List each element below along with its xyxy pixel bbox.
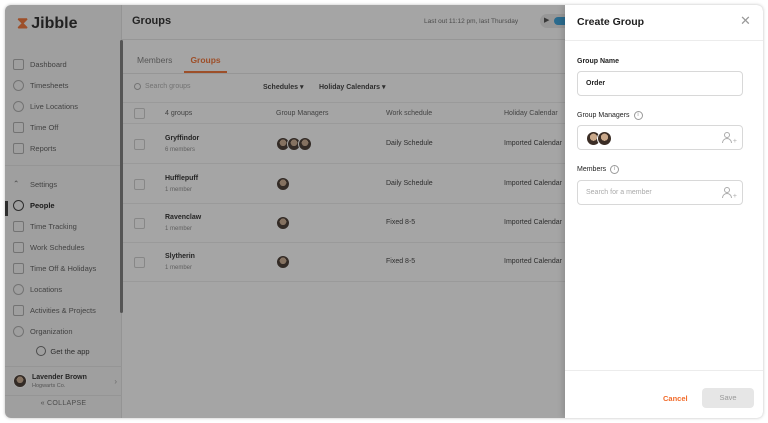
members-label: Members i: [577, 165, 620, 174]
drawer-title: Create Group: [577, 16, 645, 28]
group-managers-field[interactable]: +: [577, 125, 743, 150]
members-placeholder: Search for a member: [586, 189, 652, 196]
save-button[interactable]: Save: [702, 388, 754, 408]
cancel-button[interactable]: Cancel: [663, 394, 688, 403]
group-name-field[interactable]: Order: [577, 71, 743, 96]
group-name-value: Order: [586, 80, 606, 87]
add-user-icon[interactable]: +: [722, 187, 737, 200]
drawer-divider: [565, 40, 763, 41]
avatar: [597, 131, 612, 146]
members-search-field[interactable]: Search for a member +: [577, 180, 743, 205]
info-icon[interactable]: i: [610, 165, 620, 174]
close-icon[interactable]: ✕: [740, 14, 751, 27]
group-managers-label: Group Managers i: [577, 111, 643, 120]
selected-managers: [586, 131, 612, 146]
drawer-footer-divider: [565, 370, 763, 371]
app-window: ⧗ Jibble Dashboard Timesheets Live Locat…: [5, 5, 763, 418]
group-name-label: Group Name: [577, 58, 620, 65]
create-group-drawer: Create Group ✕ Group Name Order Group Ma…: [565, 5, 763, 418]
info-icon[interactable]: i: [633, 111, 643, 120]
add-user-icon[interactable]: +: [722, 132, 737, 145]
scrollbar[interactable]: [120, 40, 123, 313]
